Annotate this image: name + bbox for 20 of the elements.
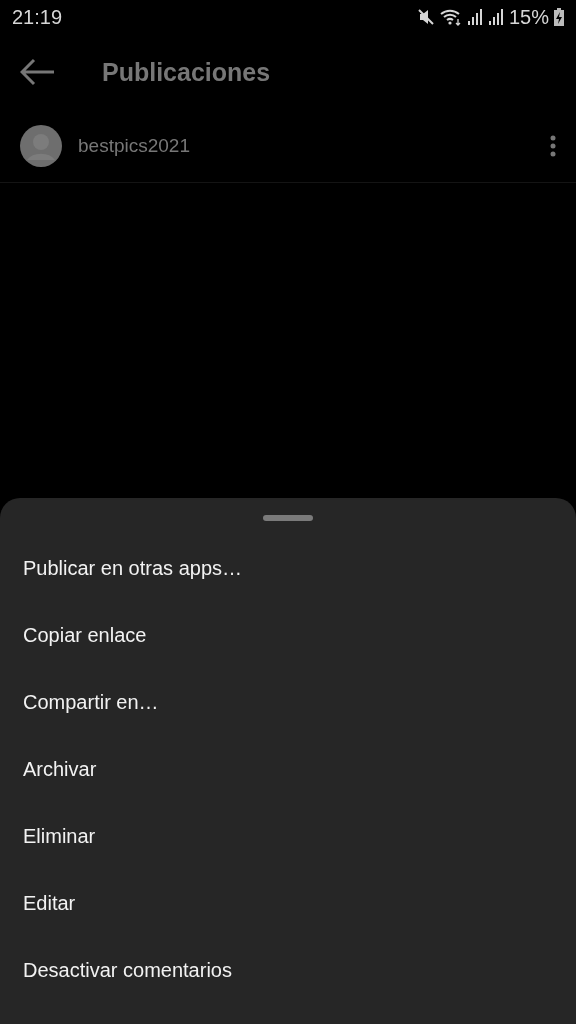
menu-item[interactable]: Archivar [0,736,576,803]
drag-handle[interactable] [263,515,313,521]
page-title: Publicaciones [102,57,271,87]
battery-icon [554,8,564,26]
mute-icon [416,8,435,26]
back-icon[interactable] [20,58,56,86]
avatar-icon[interactable] [20,125,62,167]
menu-item[interactable]: Eliminar [0,803,576,870]
signal-icon [487,8,504,26]
wifi-icon [439,8,462,26]
menu-item[interactable]: Desactivar comentarios [0,937,576,1004]
menu-item[interactable]: Editar [0,870,576,937]
menu-item[interactable]: Copiar enlace [0,602,576,669]
battery-percent: 15% [508,5,549,29]
more-options-icon[interactable] [550,135,556,157]
status-time: 21:19 [12,5,63,29]
username[interactable]: bestpics2021 [78,135,534,157]
menu-item[interactable]: Publicar en otras apps… [0,535,576,602]
menu-item[interactable]: Compartir en… [0,669,576,736]
signal-icon [466,8,483,26]
